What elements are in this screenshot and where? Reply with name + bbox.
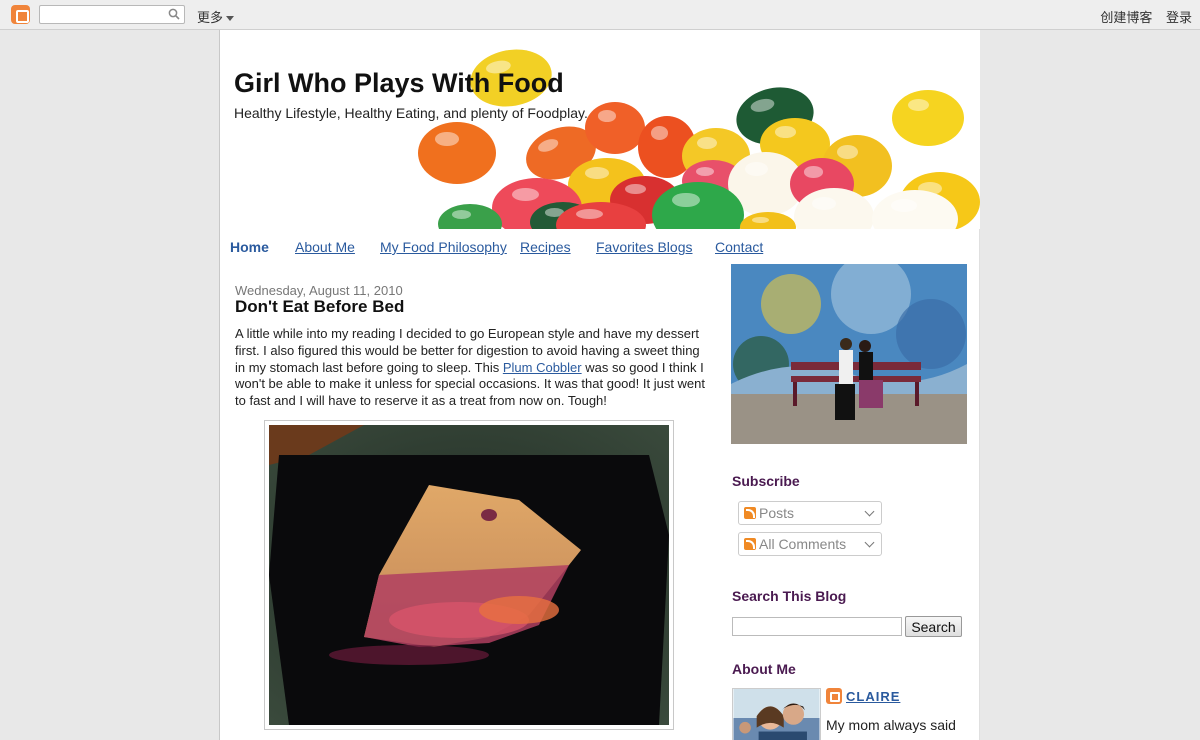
more-menu-label: 更多: [197, 10, 224, 25]
post-image-frame[interactable]: [264, 420, 674, 730]
navbar-search-input[interactable]: [39, 5, 185, 24]
blog-description: Healthy Lifestyle, Healthy Eating, and p…: [234, 105, 588, 121]
tab-favorites-blogs[interactable]: Favorites Blogs: [596, 239, 692, 255]
blog-header: Girl Who Plays With Food Healthy Lifesty…: [220, 30, 980, 229]
blogger-logo-icon[interactable]: [11, 5, 30, 24]
subscribe-heading: Subscribe: [732, 473, 800, 489]
sign-in-link[interactable]: 登录: [1166, 10, 1192, 25]
create-blog-link[interactable]: 创建博客: [1100, 10, 1152, 25]
blog-page: Girl Who Plays With Food Healthy Lifesty…: [219, 30, 980, 740]
tab-about-me[interactable]: About Me: [295, 239, 355, 255]
post-title[interactable]: Don't Eat Before Bed: [235, 297, 404, 317]
search-icon[interactable]: [168, 8, 180, 20]
chevron-down-icon: [864, 537, 875, 548]
post-date: Wednesday, August 11, 2010: [235, 283, 403, 298]
plum-cobbler-photo: [269, 425, 669, 725]
page-tabs: Home About Me My Food Philosophy Recipes…: [220, 236, 980, 258]
blogger-navbar: 更多 创建博客 登录: [0, 0, 1200, 30]
tab-contact[interactable]: Contact: [715, 239, 763, 255]
more-menu[interactable]: 更多: [197, 7, 235, 26]
about-me-heading: About Me: [732, 661, 796, 677]
blog-search-input[interactable]: [732, 617, 902, 636]
posts-feed-label: Posts: [759, 505, 795, 521]
profile-bio: My mom always said: [826, 717, 956, 733]
tab-home[interactable]: Home: [230, 239, 269, 255]
rss-icon: [744, 538, 756, 550]
search-button[interactable]: Search: [905, 616, 962, 637]
sidebar-header-photo: [731, 264, 967, 444]
plum-cobbler-link[interactable]: Plum Cobbler: [503, 360, 582, 375]
blog-title[interactable]: Girl Who Plays With Food: [234, 68, 564, 99]
posts-feed-dropdown[interactable]: Posts: [738, 501, 882, 525]
comments-feed-label: All Comments: [759, 536, 847, 552]
profile-name-link[interactable]: CLAIRE: [846, 689, 900, 704]
chevron-down-icon: [864, 506, 875, 517]
comments-feed-dropdown[interactable]: All Comments: [738, 532, 882, 556]
chevron-down-icon: [226, 16, 235, 22]
tab-recipes[interactable]: Recipes: [520, 239, 571, 255]
profile-avatar[interactable]: [732, 688, 821, 740]
post-body: A little while into my reading I decided…: [235, 326, 707, 410]
blogger-profile-icon: [826, 688, 842, 704]
tab-my-food-philosophy[interactable]: My Food Philosophy: [380, 239, 507, 255]
rss-icon: [744, 507, 756, 519]
search-heading: Search This Blog: [732, 588, 847, 604]
